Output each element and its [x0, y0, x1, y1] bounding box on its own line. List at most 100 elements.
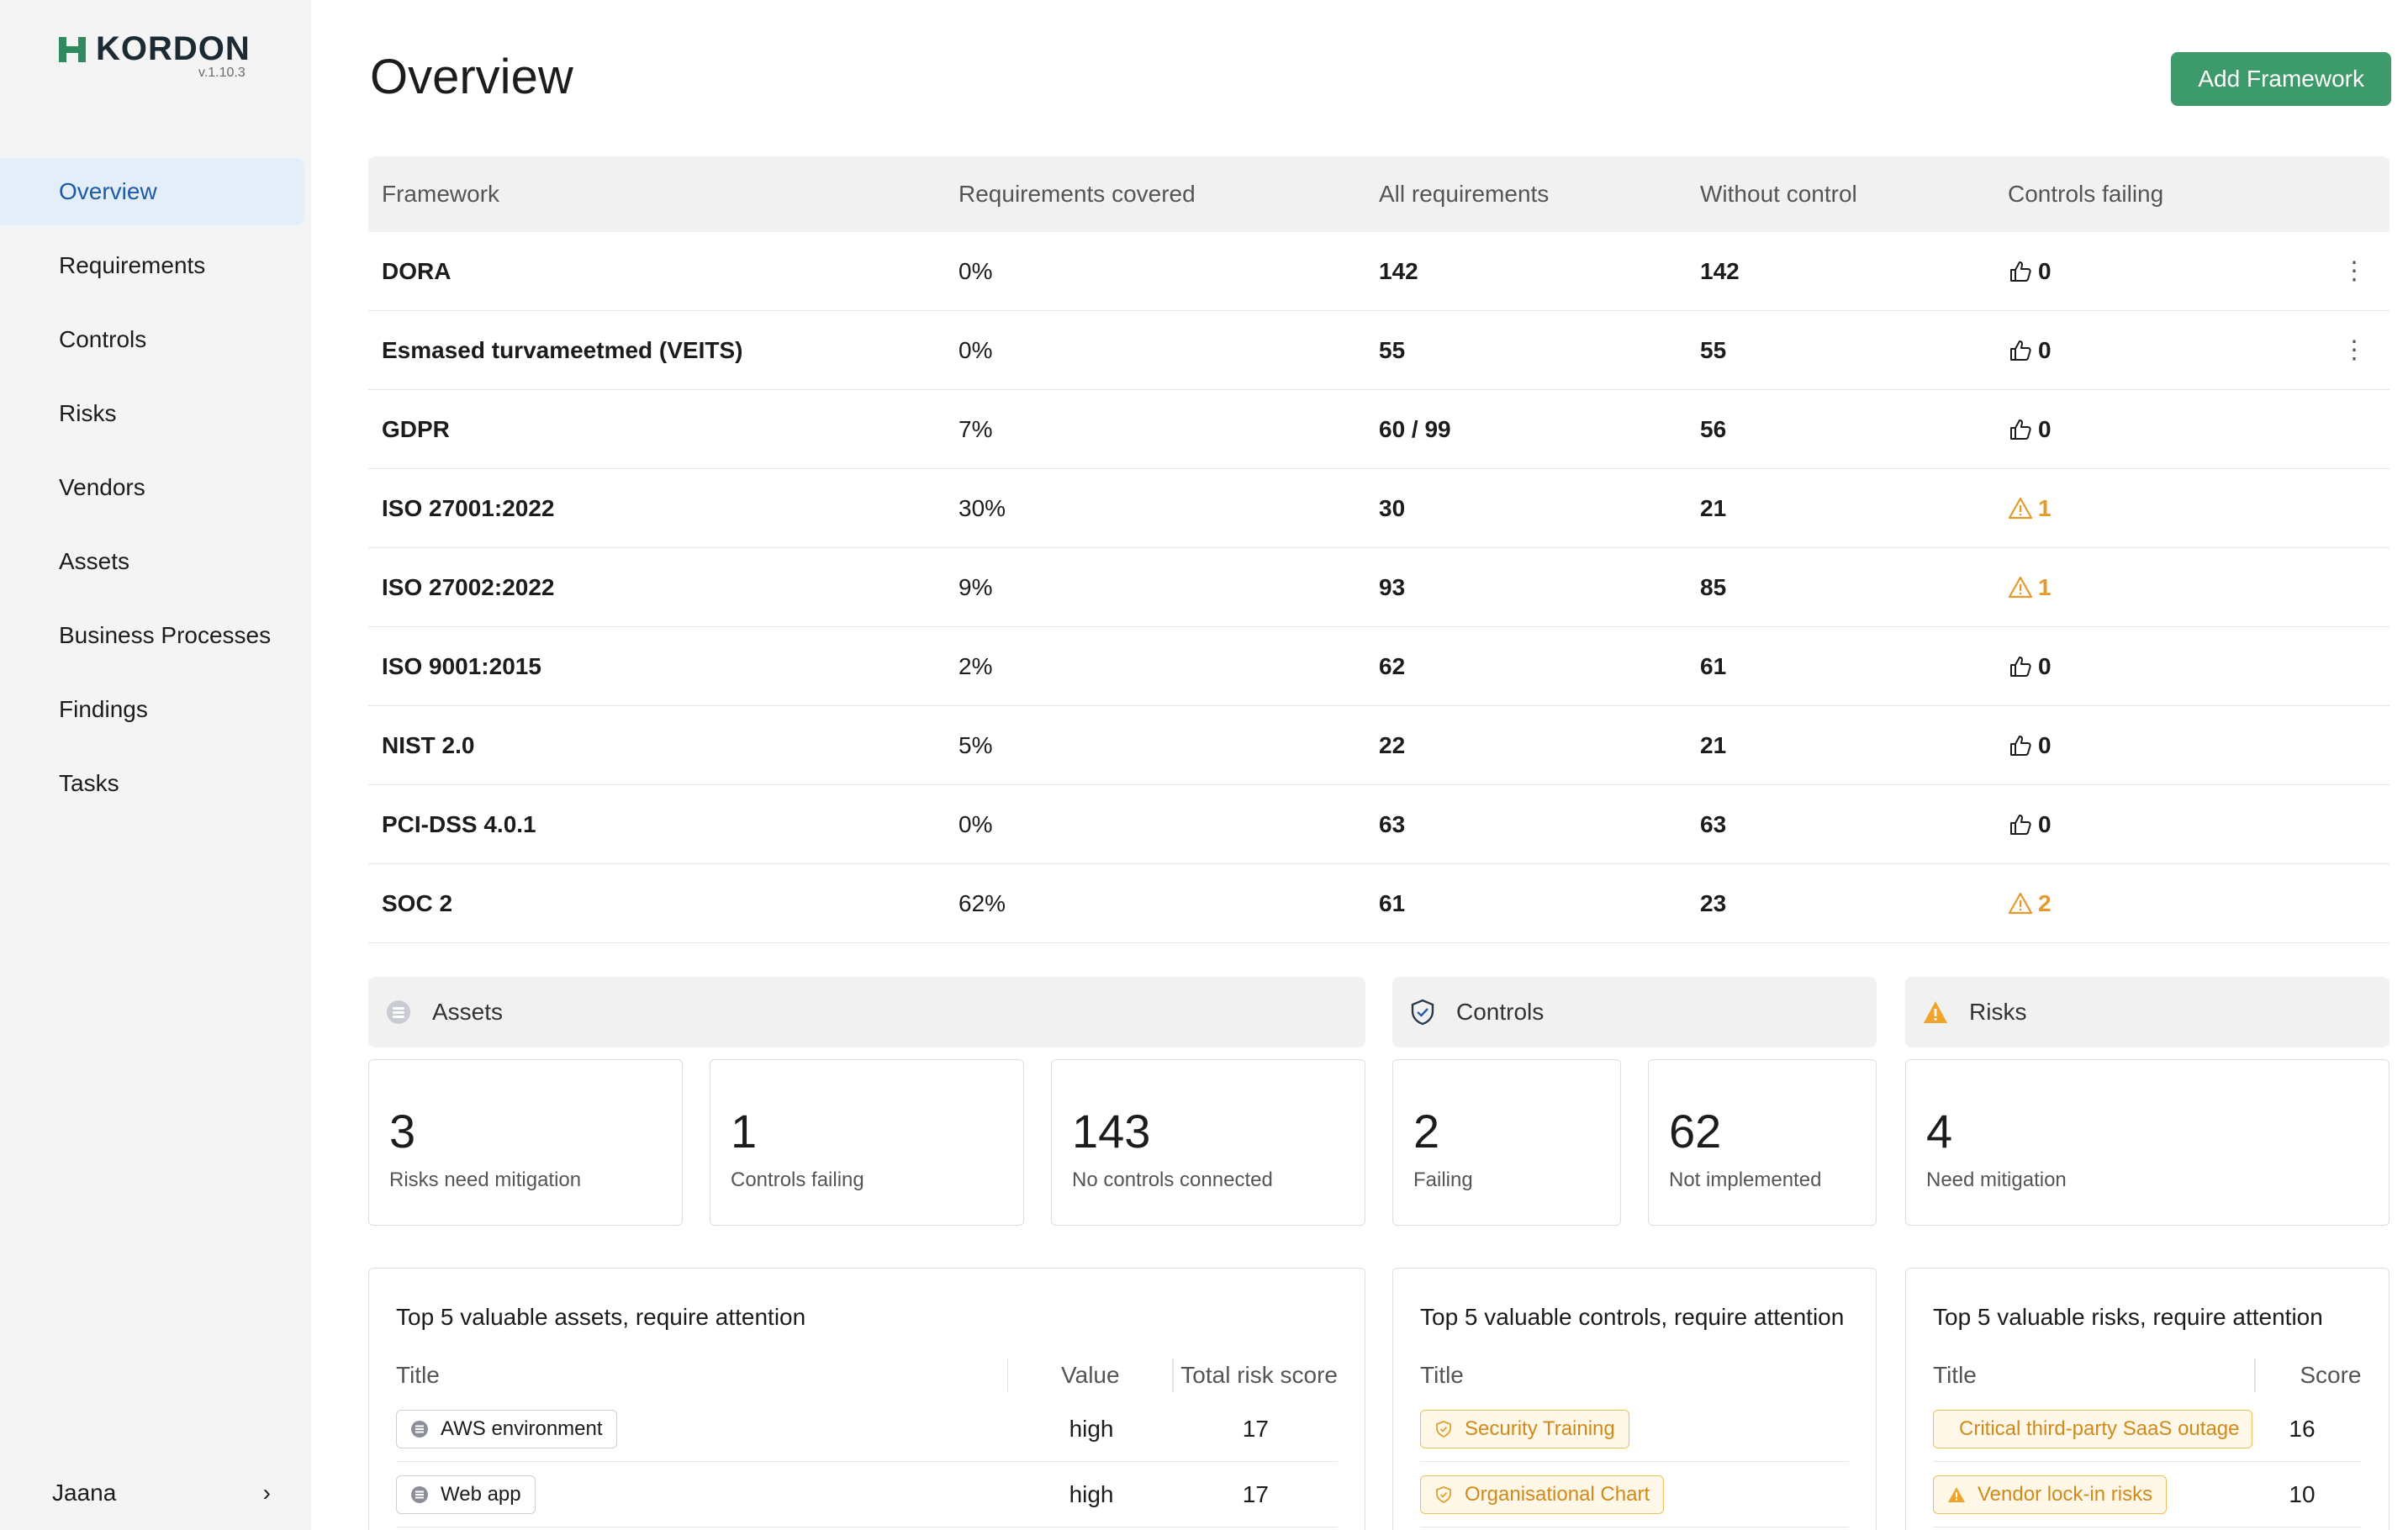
requirements-covered: 2% — [958, 652, 993, 679]
controls-failing: 0 — [2008, 811, 2319, 838]
sidebar-item-controls[interactable]: Controls — [0, 306, 304, 373]
controls-failing: 1 — [2008, 574, 2319, 601]
sidebar-item-risks[interactable]: Risks — [0, 380, 304, 447]
more-options-icon[interactable]: ⋮ — [2319, 256, 2390, 286]
table-row[interactable]: Critical third-party SaaS outage 16 — [1933, 1396, 2362, 1462]
control-chip[interactable]: Organisational Chart — [1420, 1475, 1665, 1514]
warning-icon — [2008, 891, 2038, 916]
all-requirements: 22 — [1379, 731, 1406, 758]
controls-failing: 0 — [2008, 732, 2319, 759]
sidebar-item-overview[interactable]: Overview — [0, 158, 304, 225]
table-row[interactable]: AWS environment high 17 — [396, 1396, 1338, 1462]
shield-check-icon — [1436, 1485, 1451, 1503]
main-content: Overview Add Framework Framework Require… — [311, 0, 2408, 1530]
stat-card-controls-failing[interactable]: 1 Controls failing — [710, 1059, 1024, 1226]
risk-chip[interactable]: Vendor lock-in risks — [1933, 1475, 2168, 1514]
sidebar-item-vendors[interactable]: Vendors — [0, 454, 304, 521]
asset-chip[interactable]: Web app — [396, 1475, 536, 1514]
table-row[interactable]: Vendor lock-in risks 10 — [1933, 1462, 2362, 1527]
column-header-all-requirements[interactable]: All requirements — [1379, 181, 1700, 208]
requirements-covered: 0% — [958, 336, 993, 363]
stat-card-not-implemented[interactable]: 62 Not implemented — [1648, 1059, 1877, 1226]
control-title: Security Training — [1465, 1417, 1615, 1440]
framework-name[interactable]: ISO 9001:2015 — [368, 653, 958, 680]
table-row[interactable]: DORA 0% 142 142 0 ⋮ — [368, 232, 2390, 311]
sidebar-item-tasks[interactable]: Tasks — [0, 750, 304, 817]
all-requirements: 60 / 99 — [1379, 415, 1451, 442]
stat-value: 62 — [1669, 1105, 1722, 1158]
all-requirements: 55 — [1379, 336, 1406, 363]
framework-name[interactable]: GDPR — [368, 416, 958, 443]
table-row[interactable]: Esmased turvameetmed (VEITS) 0% 55 55 0 ⋮ — [368, 311, 2390, 390]
stat-card-controls-failing-count[interactable]: 2 Failing — [1392, 1059, 1621, 1226]
stat-card-risks-need-mitigation[interactable]: 3 Risks need mitigation — [368, 1059, 683, 1226]
top-controls-panel: Top 5 valuable controls, require attenti… — [1392, 1268, 1877, 1530]
thumbs-up-icon — [2008, 338, 2038, 363]
more-options-icon[interactable]: ⋮ — [2319, 335, 2390, 365]
sidebar-item-requirements[interactable]: Requirements — [0, 232, 304, 299]
requirements-covered: 62% — [958, 889, 1006, 916]
brand-logo[interactable]: KORDON — [59, 30, 251, 68]
framework-name[interactable]: ISO 27002:2022 — [368, 574, 958, 601]
stat-value: 143 — [1072, 1105, 1151, 1158]
user-name: Jaana — [52, 1480, 117, 1506]
framework-name[interactable]: SOC 2 — [368, 890, 958, 917]
table-row[interactable]: ISO 9001:2015 2% 62 61 0 — [368, 627, 2390, 706]
without-control: 63 — [1700, 810, 1727, 837]
column-header-controls-failing[interactable]: Controls failing — [2008, 181, 2319, 208]
table-row[interactable]: ISO 27001:2022 30% 30 21 1 — [368, 469, 2390, 548]
table-row[interactable]: Web app high 17 — [396, 1462, 1338, 1527]
column-header-title: Title — [1933, 1362, 1977, 1388]
controls-failing-count: 0 — [2038, 415, 2052, 442]
sidebar-item-assets[interactable]: Assets — [0, 528, 304, 595]
risk-chip[interactable]: Critical third-party SaaS outage — [1933, 1409, 2252, 1448]
table-row[interactable]: Security Training — [1420, 1396, 1849, 1462]
asset-chip[interactable]: AWS environment — [396, 1409, 617, 1448]
column-header-framework[interactable]: Framework — [368, 181, 958, 208]
frameworks-table: Framework Requirements covered All requi… — [368, 156, 2390, 943]
warning-icon — [2008, 496, 2038, 521]
column-header-without-control[interactable]: Without control — [1700, 181, 2008, 208]
framework-name[interactable]: Esmased turvameetmed (VEITS) — [368, 337, 958, 364]
framework-name[interactable]: NIST 2.0 — [368, 732, 958, 759]
stat-card-need-mitigation[interactable]: 4 Need mitigation — [1905, 1059, 2390, 1226]
without-control: 55 — [1700, 336, 1727, 363]
table-header: Framework Requirements covered All requi… — [368, 156, 2390, 232]
column-header-requirements-covered[interactable]: Requirements covered — [958, 181, 1379, 208]
sidebar-item-findings[interactable]: Findings — [0, 676, 304, 743]
brand-name: KORDON — [96, 30, 251, 67]
asset-icon — [411, 1420, 428, 1438]
controls-failing: 1 — [2008, 495, 2319, 522]
without-control: 23 — [1700, 889, 1727, 916]
control-chip[interactable]: Security Training — [1420, 1409, 1629, 1448]
controls-section-title: Controls — [1456, 999, 1545, 1025]
sidebar-item-business-processes[interactable]: Business Processes — [0, 602, 304, 669]
asset-risk-score: 17 — [1242, 1480, 1269, 1507]
controls-section-header: Controls — [1392, 977, 1877, 1047]
table-header: Title Score — [1933, 1354, 2362, 1396]
asset-risk-score: 17 — [1242, 1415, 1269, 1442]
requirements-covered: 0% — [958, 257, 993, 284]
table-row[interactable]: NIST 2.0 5% 22 21 0 — [368, 706, 2390, 785]
table-row[interactable]: ISO 27002:2022 9% 93 85 1 — [368, 548, 2390, 627]
framework-name[interactable]: PCI-DSS 4.0.1 — [368, 811, 958, 838]
user-menu[interactable]: Jaana › — [52, 1480, 271, 1506]
framework-name[interactable]: DORA — [368, 258, 958, 285]
thumbs-up-icon — [2008, 417, 2038, 442]
table-row[interactable]: GDPR 7% 60 / 99 56 0 — [368, 390, 2390, 469]
all-requirements: 62 — [1379, 652, 1406, 679]
asset-value: high — [1069, 1415, 1114, 1442]
risks-section-header: Risks — [1905, 977, 2390, 1047]
table-row[interactable]: SOC 2 62% 61 23 2 — [368, 864, 2390, 943]
sidebar-nav: Overview Requirements Controls Risks Ven… — [0, 158, 311, 824]
stat-value: 2 — [1413, 1105, 1440, 1158]
control-title: Organisational Chart — [1465, 1482, 1650, 1506]
table-row[interactable]: PCI-DSS 4.0.1 0% 63 63 0 — [368, 785, 2390, 864]
controls-failing: 0 — [2008, 416, 2319, 443]
framework-name[interactable]: ISO 27001:2022 — [368, 495, 958, 522]
table-row[interactable]: Organisational Chart — [1420, 1462, 1849, 1527]
add-framework-button[interactable]: Add Framework — [2171, 52, 2391, 106]
stat-card-no-controls-connected[interactable]: 143 No controls connected — [1051, 1059, 1365, 1226]
page-title: Overview — [370, 50, 573, 104]
stat-value: 3 — [389, 1105, 416, 1158]
